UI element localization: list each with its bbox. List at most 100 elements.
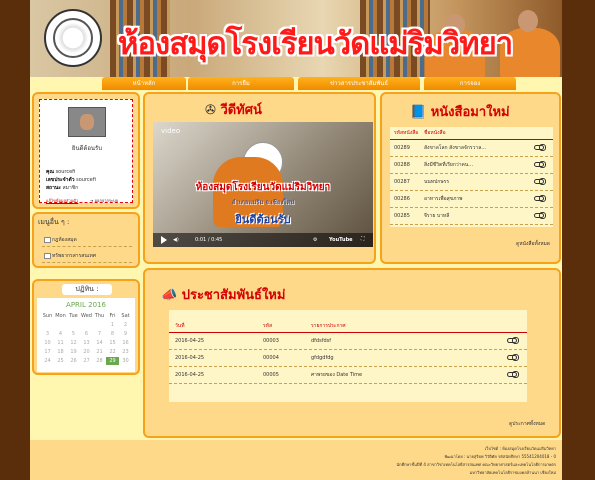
fullscreen-icon[interactable]: ⛶: [361, 236, 365, 242]
table-row[interactable]: 00289 สังขาลโลก สังขาลจักรวาล...: [390, 140, 553, 157]
calendar-date[interactable]: 16: [119, 339, 132, 347]
table-row[interactable]: 00285 จีราย บาหลี: [390, 208, 553, 225]
left-sidebar: ยินดีต้อนรับ คุณ sourcefi เลขประจำตัว so…: [32, 92, 140, 387]
link-icon[interactable]: [534, 194, 548, 203]
calendar-day-header: Wed: [81, 313, 92, 319]
megaphone-icon: 📣: [161, 288, 178, 303]
menu-item-resources[interactable]: ทรัพยากรสารสนเทศ: [42, 250, 132, 263]
table-row[interactable]: 00288 สิ่งมีชีวิตที่เรียกว่าคน...: [390, 157, 553, 174]
calendar-date[interactable]: 30: [119, 357, 132, 365]
calendar-date[interactable]: 3: [41, 330, 54, 338]
calendar-date[interactable]: 7: [93, 330, 106, 338]
link-icon[interactable]: [507, 336, 521, 345]
avatar: [68, 107, 106, 137]
book-id: 00288: [394, 162, 410, 168]
table-row[interactable]: 00287 นนทปกษรร: [390, 174, 553, 191]
calendar-date[interactable]: 27: [80, 357, 93, 365]
nav-reserve[interactable]: การจอง: [424, 77, 516, 90]
calendar-date[interactable]: 8: [106, 330, 119, 338]
link-icon[interactable]: [507, 370, 521, 379]
calendar-date[interactable]: 6: [80, 330, 93, 338]
link-icon[interactable]: [534, 177, 548, 186]
logout-label: ออกจากระบบ: [94, 198, 119, 203]
footer-line3: นักศึกษาชั้นปีที่ 4 สาขาวิชาเทคโนโลยีสาร…: [396, 462, 556, 467]
calendar-date[interactable]: 9: [119, 330, 132, 338]
news-id: 00005: [263, 372, 279, 378]
news-item-title: gfdgdfdg: [311, 355, 334, 361]
calendar-date: [41, 321, 54, 329]
video-panel: ✇ วีดีทัศน์ video ห้องสมุดโรงเรียนวัดแม่…: [143, 92, 376, 264]
video-player[interactable]: video ห้องสมุดโรงเรียนวัดแม่ริมวิทยา อำเ…: [153, 122, 373, 247]
calendar-date[interactable]: 13: [80, 339, 93, 347]
calendar-date: [54, 321, 67, 329]
calendar-date[interactable]: 19: [67, 348, 80, 356]
new-books-title: หนังสือมาใหม่: [430, 105, 510, 120]
all-books-link[interactable]: ดูหนังสือทั้งหมด: [516, 240, 550, 248]
calendar-date[interactable]: 11: [54, 339, 67, 347]
calendar-day-header: Thu: [94, 313, 105, 319]
calendar-date[interactable]: 22: [106, 348, 119, 356]
table-row[interactable]: 2016-04-25 00005 ศาพรยของ Date Time: [169, 367, 527, 384]
calendar-date[interactable]: 26: [67, 357, 80, 365]
nav-home[interactable]: หน้าหลัก: [102, 77, 186, 90]
calendar-day-header: Mon: [55, 313, 66, 319]
calendar-month: APRIL 2016: [66, 301, 106, 309]
calendar-title: ปฏิทิน :: [62, 284, 112, 295]
calendar-date[interactable]: 4: [54, 330, 67, 338]
book-name: สังขาลโลก สังขาลจักรวาล...: [424, 145, 487, 151]
calendar-date[interactable]: 29: [106, 357, 119, 365]
calendar-date: [67, 321, 80, 329]
video-title: วีดีทัศน์: [220, 103, 262, 118]
calendar-date[interactable]: 15: [106, 339, 119, 347]
calendar-date[interactable]: 17: [41, 348, 54, 356]
calendar-date[interactable]: 10: [41, 339, 54, 347]
col-date: วันที่: [175, 323, 185, 329]
book-icon: 📘: [410, 105, 427, 120]
calendar-date[interactable]: 2: [119, 321, 132, 329]
calendar-date[interactable]: 28: [93, 357, 106, 365]
calendar-date: [80, 321, 93, 329]
table-row[interactable]: 2016-04-25 00004 gfdgdfdg: [169, 350, 527, 367]
logout-link[interactable]: ⇥ ออกจากระบบ: [90, 197, 118, 204]
calendar-day-header: Fri: [109, 313, 116, 319]
calendar-day-header: Tue: [69, 313, 78, 319]
calendar-date[interactable]: 25: [54, 357, 67, 365]
menu-title: เมนูอื่น ๆ :: [38, 218, 70, 226]
user-profile-panel: ยินดีต้อนรับ คุณ sourcefi เลขประจำตัว so…: [32, 92, 140, 209]
nav-borrow[interactable]: การยืม: [188, 77, 294, 90]
all-news-link[interactable]: ดูประกาศทั้งหมด: [509, 420, 545, 428]
link-icon[interactable]: [534, 211, 548, 220]
play-icon[interactable]: [161, 236, 167, 244]
edit-profile-link[interactable]: แก้ไขข้อมูลส่วนตัว: [46, 197, 78, 204]
news-section-title: 📣 ประชาสัมพันธ์ใหม่: [161, 284, 285, 305]
calendar-date[interactable]: 18: [54, 348, 67, 356]
video-line3: ยินดีต้อนรับ: [235, 213, 291, 226]
news-date: 2016-04-25: [175, 338, 205, 344]
calendar-date[interactable]: 5: [67, 330, 80, 338]
calendar-date[interactable]: 14: [93, 339, 106, 347]
calendar-date[interactable]: 24: [41, 357, 54, 365]
calendar-date[interactable]: 21: [93, 348, 106, 356]
youtube-logo[interactable]: YouTube: [329, 237, 353, 243]
col-book-name: ชื่อหนังสือ: [424, 130, 446, 136]
calendar-grid: Sun Mon Tue Wed Thu Fri Sat 1 2 3 4 5 6 7 8 9 10 11 12 13 14…: [41, 312, 135, 365]
link-icon[interactable]: [534, 143, 548, 152]
book-id: 00286: [394, 196, 410, 202]
link-icon[interactable]: [534, 160, 548, 169]
calendar-date[interactable]: 20: [80, 348, 93, 356]
calendar-date[interactable]: 23: [119, 348, 132, 356]
calendar-date[interactable]: 1: [106, 321, 119, 329]
table-header: รหัสหนังสือ ชื่อหนังสือ: [390, 127, 553, 140]
menu-item-rules[interactable]: กฎห้องสมุด: [42, 234, 132, 247]
footer-line1: เว็บไซต์ : ห้องสมุดโรงเรียนวัดแม่ริมวิทย…: [484, 446, 556, 451]
calendar-date[interactable]: 12: [67, 339, 80, 347]
volume-icon[interactable]: ◀): [173, 237, 179, 243]
footer: เว็บไซต์ : ห้องสมุดโรงเรียนวัดแม่ริมวิทย…: [30, 440, 562, 480]
video-section-title: ✇ วีดีทัศน์: [205, 99, 262, 120]
welcome-text: ยินดีต้อนรับ: [71, 145, 103, 152]
table-row[interactable]: 2016-04-25 00003 dfdsfdsf: [169, 333, 527, 350]
nav-news[interactable]: ข่าวสารประชาสัมพันธ์: [298, 77, 420, 90]
link-icon[interactable]: [507, 353, 521, 362]
table-row[interactable]: 00286 อาหารเพื่อสุขภาพ: [390, 191, 553, 208]
settings-icon[interactable]: ⚙: [313, 237, 317, 243]
